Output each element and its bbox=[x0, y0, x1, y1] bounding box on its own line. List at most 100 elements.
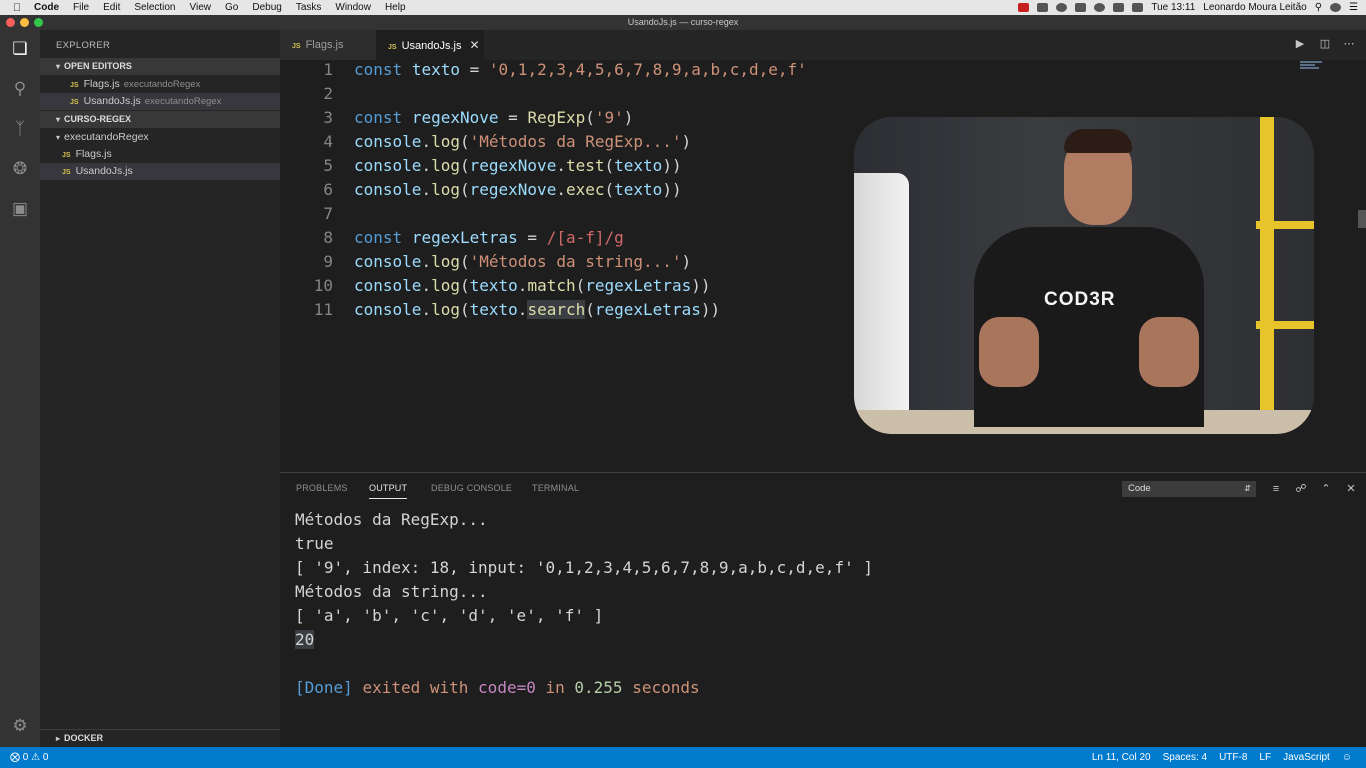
macos-menubar:  Code File Edit Selection View Go Debug… bbox=[0, 0, 1366, 15]
editor-scrollbar[interactable] bbox=[1358, 210, 1366, 228]
done-seconds-label: seconds bbox=[632, 678, 700, 697]
code-line[interactable]: console.log('Métodos da string...') bbox=[354, 250, 691, 274]
settings-gear-icon[interactable]: ⚙ bbox=[10, 716, 30, 736]
code-line[interactable]: console.log('Métodos da RegExp...') bbox=[354, 130, 691, 154]
chevron-down-icon: ▾ bbox=[56, 133, 61, 142]
close-tab-icon[interactable]: ✕ bbox=[469, 38, 479, 52]
menu-go[interactable]: Go bbox=[218, 0, 245, 15]
tab-usandojs[interactable]: JS UsandoJs.js ✕ bbox=[376, 30, 484, 60]
panel-tab-problems[interactable]: PROBLEMS bbox=[296, 483, 348, 493]
minimap[interactable] bbox=[1300, 60, 1322, 74]
lock-scroll-icon[interactable]: ☍ bbox=[1294, 482, 1308, 496]
wifi-icon[interactable] bbox=[1113, 3, 1125, 12]
code-line[interactable]: console.log(texto.search(regexLetras)) bbox=[354, 298, 720, 322]
line-number: 10 bbox=[313, 276, 333, 295]
file-name: Flags.js bbox=[75, 148, 112, 160]
notification-center-icon[interactable]: ☰ bbox=[1349, 2, 1358, 13]
language-mode[interactable]: JavaScript bbox=[1283, 747, 1330, 768]
output-line: [ 'a', 'b', 'c', 'd', 'e', 'f' ] bbox=[295, 606, 604, 625]
siri-icon[interactable] bbox=[1330, 3, 1342, 12]
maximize-panel-icon[interactable]: ⌃ bbox=[1319, 482, 1333, 496]
menu-selection[interactable]: Selection bbox=[127, 0, 182, 15]
shelf-board bbox=[1256, 321, 1314, 329]
more-actions-icon[interactable]: ⋯ bbox=[1342, 37, 1356, 51]
error-icon: ⨂ bbox=[10, 752, 20, 763]
editor-tab-bar: JS Flags.js JS UsandoJs.js ✕ ▶ ◫ ⋯ bbox=[280, 30, 1366, 60]
battery-icon[interactable] bbox=[1132, 3, 1144, 12]
run-icon[interactable]: ▶ bbox=[1293, 37, 1307, 51]
cursor-position[interactable]: Ln 11, Col 20 bbox=[1092, 747, 1151, 768]
output-done-line: [Done] exited with code=0 in 0.255 secon… bbox=[295, 676, 700, 700]
monitor-shape bbox=[854, 173, 909, 423]
clock-icon[interactable] bbox=[1094, 3, 1106, 12]
menu-debug[interactable]: Debug bbox=[245, 0, 288, 15]
open-editor-folder: executandoRegex bbox=[123, 79, 201, 90]
menu-help[interactable]: Help bbox=[378, 0, 413, 15]
tab-flags[interactable]: JS Flags.js bbox=[280, 30, 376, 60]
menu-file[interactable]: File bbox=[66, 0, 96, 15]
feedback-smiley-icon[interactable]: ☺ bbox=[1342, 747, 1352, 768]
cloud-icon[interactable] bbox=[1075, 3, 1087, 12]
open-editors-header[interactable]: ▾ OPEN EDITORS bbox=[40, 58, 280, 75]
output-line: [ '9', index: 18, input: '0,1,2,3,4,5,6,… bbox=[295, 558, 873, 577]
spotlight-search-icon[interactable]: ⚲ bbox=[1315, 2, 1322, 13]
panel-tab-debug-console[interactable]: DEBUG CONSOLE bbox=[431, 483, 512, 493]
select-caret-icon: ⇵ bbox=[1244, 484, 1251, 493]
split-editor-icon[interactable]: ◫ bbox=[1318, 37, 1332, 51]
menu-view[interactable]: View bbox=[183, 0, 219, 15]
js-file-icon: JS bbox=[70, 82, 79, 89]
warning-icon: ⚠ bbox=[31, 752, 41, 763]
close-window-button[interactable] bbox=[6, 18, 15, 27]
output-line: Métodos da string... bbox=[295, 582, 488, 601]
menu-tasks[interactable]: Tasks bbox=[289, 0, 329, 15]
done-in: in bbox=[545, 678, 565, 697]
clear-output-icon[interactable]: ≡ bbox=[1269, 482, 1283, 496]
open-editor-flags[interactable]: JS Flags.js executandoRegex bbox=[40, 76, 280, 93]
chevron-down-icon: ▾ bbox=[56, 62, 61, 71]
code-line[interactable]: console.log(regexNove.exec(texto)) bbox=[354, 178, 682, 202]
done-tag: [Done] bbox=[295, 678, 353, 697]
output-line: Métodos da RegExp... bbox=[295, 510, 488, 529]
menubar-clock[interactable]: Tue 13:11 bbox=[1151, 2, 1195, 13]
zoom-window-button[interactable] bbox=[34, 18, 43, 27]
warning-count: 0 bbox=[42, 752, 49, 763]
file-flags[interactable]: JS Flags.js bbox=[40, 146, 280, 163]
source-control-icon[interactable]: ᛉ bbox=[10, 119, 30, 139]
close-panel-icon[interactable]: ✕ bbox=[1344, 482, 1358, 496]
js-file-icon: JS bbox=[62, 169, 71, 176]
code-line[interactable]: console.log(regexNove.test(texto)) bbox=[354, 154, 682, 178]
extensions-icon[interactable]: ▣ bbox=[10, 199, 30, 219]
code-line[interactable]: console.log(texto.match(regexLetras)) bbox=[354, 274, 711, 298]
open-editor-usandojs[interactable]: JS UsandoJs.js executandoRegex bbox=[40, 93, 280, 110]
encoding[interactable]: UTF-8 bbox=[1219, 747, 1247, 768]
folder-executandoregex[interactable]: ▾ executandoRegex bbox=[40, 129, 280, 146]
menu-edit[interactable]: Edit bbox=[96, 0, 127, 15]
status-app-icon[interactable] bbox=[1018, 3, 1030, 12]
webcam-video-overlay: COD3R bbox=[854, 117, 1314, 434]
indentation[interactable]: Spaces: 4 bbox=[1163, 747, 1207, 768]
menu-app-name[interactable]: Code bbox=[34, 0, 66, 15]
project-header[interactable]: ▾ CURSO-REGEX bbox=[40, 111, 280, 128]
panel-tab-output[interactable]: OUTPUT bbox=[369, 483, 408, 499]
problems-status[interactable]: ⨂ 0 ⚠ 0 bbox=[10, 747, 48, 768]
panel-tab-terminal[interactable]: TERMINAL bbox=[532, 483, 579, 493]
search-icon[interactable]: ⚲ bbox=[10, 79, 30, 99]
presenter-hair bbox=[1064, 129, 1132, 153]
file-usandojs[interactable]: JS UsandoJs.js bbox=[40, 163, 280, 180]
shelf-frame bbox=[1260, 117, 1274, 417]
dropbox-icon[interactable] bbox=[1037, 3, 1049, 12]
apple-menu-icon[interactable]:  bbox=[0, 2, 34, 14]
files-icon[interactable]: ❏ bbox=[10, 39, 30, 59]
camera-icon[interactable] bbox=[1056, 3, 1068, 12]
minimize-window-button[interactable] bbox=[20, 18, 29, 27]
debug-icon[interactable]: ❂ bbox=[10, 159, 30, 179]
code-line[interactable]: const texto = '0,1,2,3,4,5,6,7,8,9,a,b,c… bbox=[354, 60, 807, 82]
menu-window[interactable]: Window bbox=[328, 0, 378, 15]
done-seconds-value: 0.255 bbox=[574, 678, 623, 697]
end-of-line[interactable]: LF bbox=[1259, 747, 1271, 768]
output-channel-select[interactable]: Code ⇵ bbox=[1122, 481, 1256, 497]
code-line[interactable]: const regexNove = RegExp('9') bbox=[354, 106, 633, 130]
docker-header[interactable]: ▸ DOCKER bbox=[40, 729, 280, 746]
menubar-user[interactable]: Leonardo Moura Leitão bbox=[1203, 2, 1306, 13]
code-line[interactable]: const regexLetras = /[a-f]/g bbox=[354, 226, 624, 250]
